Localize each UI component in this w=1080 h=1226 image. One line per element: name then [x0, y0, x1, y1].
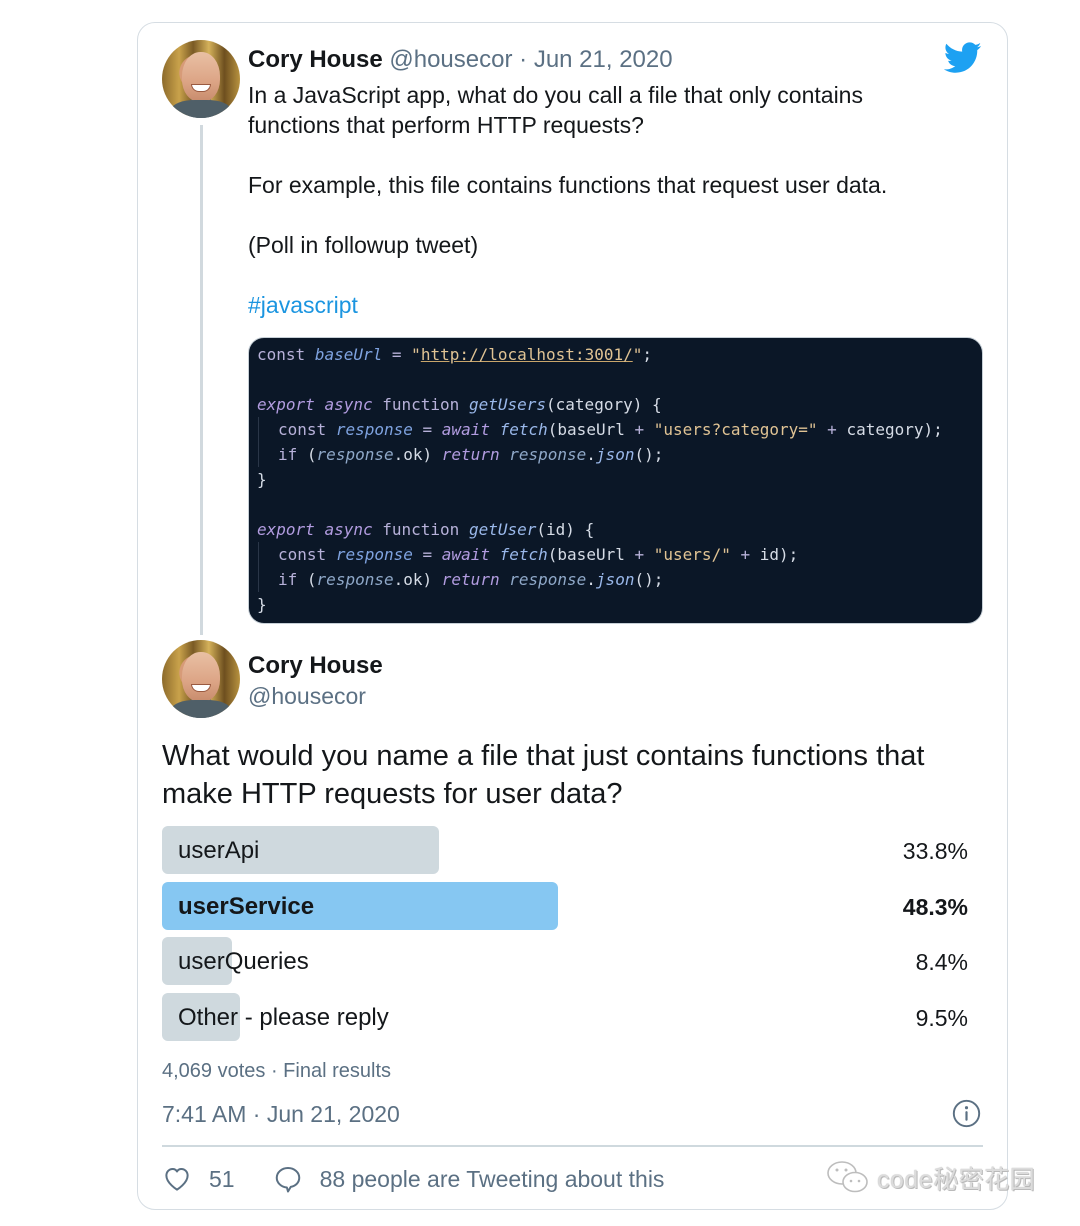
poll-option-label: Other - please reply — [178, 1003, 389, 1031]
author-name[interactable]: Cory House — [248, 651, 383, 681]
twitter-bird-icon[interactable] — [944, 42, 982, 74]
like-button[interactable]: 51 — [162, 1164, 235, 1194]
conversation-link[interactable]: 88 people are Tweeting about this — [273, 1164, 665, 1194]
poll-option-label: userService — [178, 892, 315, 920]
info-icon[interactable] — [952, 1099, 981, 1128]
thread-connector-line — [200, 125, 203, 635]
poll-option-percent: 48.3% — [902, 893, 968, 920]
author-avatar[interactable] — [162, 640, 240, 718]
code-line: if (response.ok) return response.json(); — [258, 567, 982, 592]
avatar-shirt — [172, 700, 230, 718]
poll-option-percent: 9.5% — [915, 1004, 968, 1031]
code-line: } — [257, 595, 267, 614]
code-line: const response = await fetch(baseUrl + "… — [258, 542, 982, 567]
code-line: if (response.ok) return response.json(); — [258, 442, 982, 467]
code-line: export async function getUser(id) { — [257, 520, 595, 539]
heart-icon — [165, 1168, 189, 1191]
hashtag-link[interactable]: #javascript — [248, 290, 358, 320]
tweet1-header: Cory House @housecor · Jun 21, 2020 — [248, 45, 673, 75]
like-count: 51 — [209, 1165, 235, 1192]
poll-option: userService 48.3% — [162, 881, 968, 930]
avatar-shirt — [172, 100, 230, 118]
conversation-text: 88 people are Tweeting about this — [319, 1165, 665, 1192]
tweet-actions: 51 88 people are Tweeting about this — [162, 1162, 664, 1196]
author-handle[interactable]: @housecor — [389, 46, 512, 73]
tweet1-text-line-1: In a JavaScript app, what do you call a … — [248, 82, 863, 108]
poll-results: userApi 33.8% userService 48.3% userQuer… — [162, 826, 968, 1048]
poll-option-percent: 8.4% — [915, 949, 968, 975]
tweet-date[interactable]: Jun 21, 2020 — [534, 46, 673, 73]
poll-option-label: userQueries — [178, 948, 309, 975]
poll-option: Other - please reply 9.5% — [162, 992, 968, 1041]
code-line: const baseUrl = "http://localhost:3001/"… — [257, 345, 653, 364]
tweet1-text-line-2: functions that perform HTTP requests? — [248, 112, 644, 138]
author-name[interactable]: Cory House — [248, 46, 383, 73]
code-screenshot-image[interactable]: const baseUrl = "http://localhost:3001/"… — [248, 337, 983, 624]
poll-option-label: userApi — [178, 837, 260, 864]
poll-option: userApi 33.8% — [162, 826, 968, 874]
poll-option: userQueries 8.4% — [162, 937, 968, 985]
poll-question: What would you name a file that just con… — [162, 740, 925, 810]
tweet-timestamp[interactable]: 7:41 AM · Jun 21, 2020 — [162, 1099, 400, 1129]
avatar-face — [182, 652, 220, 702]
poll-votes-summary: 4,069 votes · Final results — [162, 1060, 391, 1082]
code-line: } — [257, 470, 267, 489]
code-line: export async function getUsers(category)… — [257, 395, 662, 414]
tweet1-text-line-3: For example, this file contains function… — [248, 172, 888, 198]
divider — [162, 1145, 983, 1147]
poll-option-percent: 33.8% — [902, 838, 968, 864]
speech-bubble-icon — [275, 1167, 300, 1193]
avatar-face — [182, 52, 220, 102]
author-handle[interactable]: @housecor — [248, 681, 366, 711]
watermark-text: code秘密花园 — [877, 1166, 1036, 1194]
code-line: const response = await fetch(baseUrl + "… — [258, 417, 982, 442]
watermark: code秘密花园 — [825, 1160, 1035, 1196]
header-separator: · — [519, 46, 528, 73]
wechat-icon — [827, 1161, 868, 1193]
tweet1-text-line-4: (Poll in followup tweet) — [248, 232, 479, 258]
author-avatar[interactable] — [162, 40, 240, 118]
